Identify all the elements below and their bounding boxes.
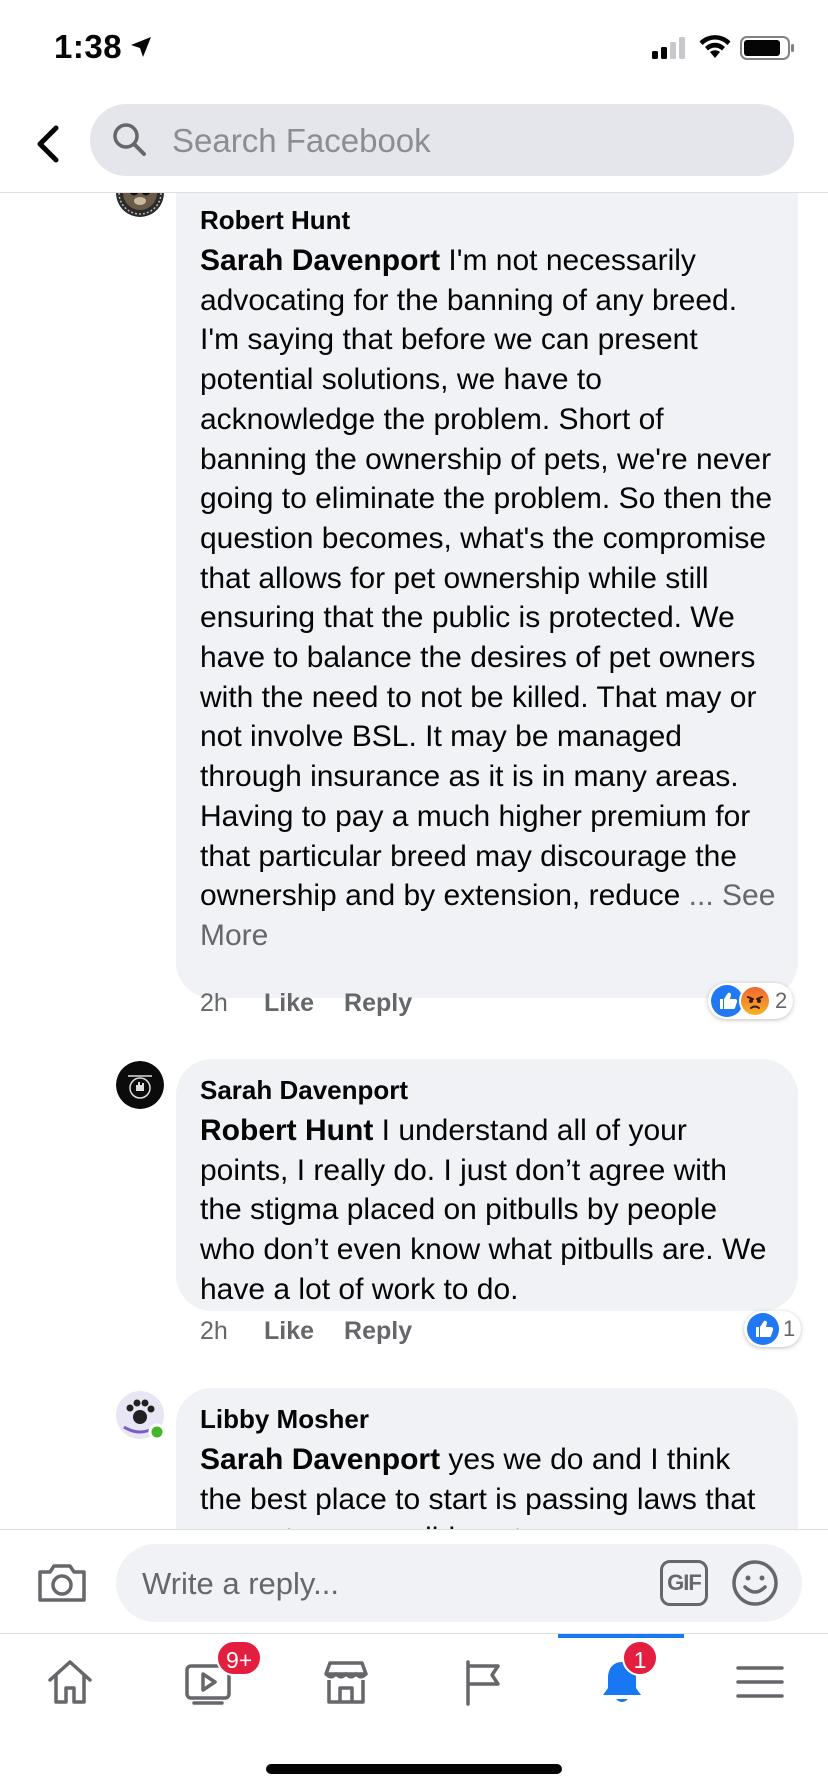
search-bar[interactable] <box>90 104 794 176</box>
gif-button[interactable]: GIF <box>660 1560 708 1606</box>
tab-marketplace[interactable] <box>276 1634 414 1734</box>
tab-notifications[interactable]: 1 <box>552 1634 690 1734</box>
reaction-count: 2 <box>775 988 788 1013</box>
comment-bubble: Libby Mosher Sarah Davenport yes we do a… <box>176 1388 798 1529</box>
angry-reaction-icon <box>739 985 771 1017</box>
menu-icon <box>736 1666 784 1698</box>
comment-text: Sarah Davenport yes we do and I think th… <box>200 1440 776 1529</box>
bottom-tab-bar: 9+ 1 <box>0 1633 828 1744</box>
camera-icon[interactable] <box>36 1558 88 1606</box>
flag-icon <box>466 1660 500 1706</box>
like-button[interactable]: Like <box>264 989 314 1018</box>
comment-thread: Robert Hunt Sarah Davenport I'm not nece… <box>0 193 828 1529</box>
avatar-sarah-davenport[interactable] <box>116 1061 164 1109</box>
tab-pages[interactable] <box>414 1634 552 1734</box>
header <box>0 96 828 193</box>
reply-button[interactable]: Reply <box>344 1317 412 1346</box>
search-icon <box>113 123 146 156</box>
like-button[interactable]: Like <box>264 1317 314 1346</box>
tab-home[interactable] <box>0 1634 138 1734</box>
reaction-summary[interactable]: 1 <box>744 1311 802 1347</box>
back-arrow-icon[interactable] <box>30 122 70 166</box>
comment-actions: 2h Like Reply <box>200 989 442 1018</box>
home-indicator <box>266 1764 562 1774</box>
emoji-icon[interactable] <box>730 1558 780 1608</box>
watch-badge: 9+ <box>216 1640 263 1676</box>
comment-mention[interactable]: Robert Hunt <box>200 1114 373 1147</box>
comment-body: I'm not necessarily advocating for the b… <box>200 244 773 913</box>
status-time: 1:38 <box>54 28 123 65</box>
reaction-count: 1 <box>783 1316 796 1341</box>
comment-time: 2h <box>200 1317 228 1345</box>
comment-mention[interactable]: Sarah Davenport <box>200 1443 440 1476</box>
reaction-summary[interactable]: 2 <box>708 983 794 1019</box>
comment-author[interactable]: Sarah Davenport <box>200 1073 776 1107</box>
avatar-libby-mosher[interactable] <box>116 1391 166 1441</box>
reply-box[interactable]: GIF <box>116 1544 802 1622</box>
comment-text: Sarah Davenport I'm not necessarily advo… <box>200 241 776 956</box>
status-bar: 1:38 <box>0 0 828 96</box>
tab-watch[interactable]: 9+ <box>138 1634 276 1734</box>
comment-time: 2h <box>200 989 228 1017</box>
avatar-robert-hunt[interactable] <box>116 193 164 217</box>
comment-text: Robert Hunt I understand all of your poi… <box>200 1111 776 1310</box>
marketplace-icon <box>324 1661 368 1704</box>
comment-author[interactable]: Libby Mosher <box>200 1402 776 1436</box>
wifi-icon <box>699 35 731 58</box>
comment-actions: 2h Like Reply <box>200 1317 442 1346</box>
tab-menu[interactable] <box>690 1634 828 1734</box>
comment-bubble: Sarah Davenport Robert Hunt I understand… <box>176 1059 798 1311</box>
comment-author[interactable]: Robert Hunt <box>200 203 776 237</box>
comment-bubble: Robert Hunt Sarah Davenport I'm not nece… <box>176 193 798 998</box>
comment-mention[interactable]: Sarah Davenport <box>200 244 440 277</box>
cellular-signal-icon <box>652 37 685 59</box>
reply-button[interactable]: Reply <box>344 989 412 1018</box>
battery-icon <box>740 36 794 60</box>
like-reaction-icon <box>747 1313 779 1345</box>
reply-input[interactable] <box>140 1557 664 1611</box>
notifications-badge: 1 <box>622 1640 658 1676</box>
reply-composer: GIF <box>0 1529 828 1634</box>
home-icon <box>48 1660 92 1704</box>
location-arrow-icon <box>131 37 151 57</box>
search-input[interactable] <box>170 114 754 168</box>
